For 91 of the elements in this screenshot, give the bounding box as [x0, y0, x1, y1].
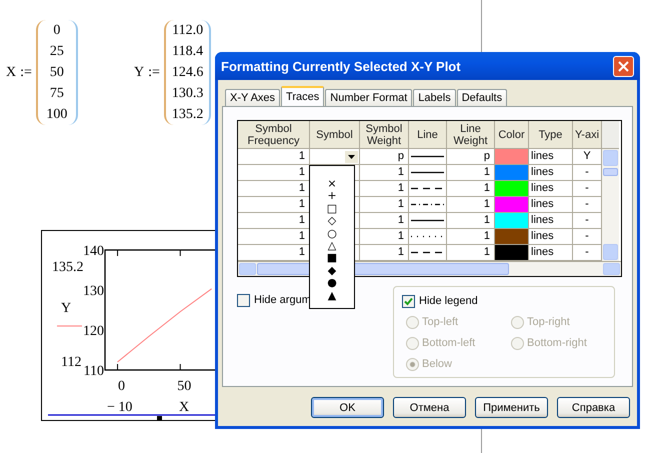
column-header: Type — [529, 121, 573, 149]
column-header: Line Weight — [447, 121, 495, 149]
dialog-button[interactable]: Справка — [557, 397, 630, 418]
table-cell: 1 — [360, 229, 409, 245]
y-lower-limit: 112 — [61, 355, 82, 370]
table-cell: 1 — [360, 181, 409, 197]
column-header: Symbol Weight — [360, 121, 409, 149]
dialog-button[interactable]: Отмена — [393, 397, 466, 418]
radio-label: Below — [422, 358, 452, 370]
matrix-value: 130.3 — [172, 85, 204, 103]
x-lower-limit: − 10 — [107, 400, 132, 415]
tab[interactable]: Defaults — [456, 89, 508, 106]
matrix-value: 50 — [50, 64, 64, 82]
checkbox[interactable] — [237, 294, 250, 306]
dialog-button[interactable]: Применить — [475, 397, 548, 418]
color-swatch[interactable] — [495, 149, 528, 164]
vertical-scrollbar[interactable] — [602, 149, 619, 261]
symbol-option[interactable]: ○ — [327, 228, 337, 240]
tab[interactable]: Traces — [281, 86, 324, 107]
symbol-option[interactable]: ● — [327, 277, 337, 290]
table-cell: p — [360, 149, 409, 165]
table-cell: lines — [529, 197, 573, 213]
color-swatch[interactable] — [495, 197, 528, 212]
table-cell: lines — [529, 213, 573, 229]
color-swatch[interactable] — [495, 165, 528, 180]
checkbox[interactable] — [402, 294, 415, 308]
tab[interactable]: Number Format — [325, 89, 412, 106]
table-cell: - — [573, 229, 602, 245]
symbol-option[interactable]: ■ — [326, 252, 338, 265]
table-cell: - — [573, 181, 602, 197]
assign-operator: := — [20, 64, 32, 80]
x-tick-label: 50 — [177, 379, 192, 394]
variable-name: Y — [134, 64, 144, 80]
table-cell: lines — [529, 149, 573, 165]
column-header: Symbol Frequency — [238, 121, 310, 149]
tab[interactable]: X-Y Axes — [225, 89, 280, 106]
variable-name: X — [6, 64, 16, 80]
radio-label: Top-left — [422, 316, 458, 328]
matrix-value: 0 — [53, 22, 60, 40]
y-upper-limit: 135.2 — [52, 260, 84, 275]
x-axis-label: X — [179, 400, 190, 415]
table-cell: 1 — [360, 197, 409, 213]
table-cell: lines — [529, 229, 573, 245]
checkbox-label: Hide legend — [419, 295, 478, 307]
header-corner — [602, 121, 619, 149]
table-cell: - — [573, 197, 602, 213]
color-swatch[interactable] — [495, 245, 528, 260]
symbol-option[interactable]: ◆ — [328, 264, 336, 278]
y-tick-label: 140 — [83, 244, 104, 259]
close-icon — [618, 60, 629, 72]
table-cell: - — [573, 165, 602, 181]
y-tick-label: 130 — [83, 284, 104, 299]
legend-label: Y — [61, 301, 72, 316]
table-cell: lines — [529, 181, 573, 197]
radio-label: Bottom-right — [527, 337, 587, 349]
x-tick-label: 0 — [118, 379, 126, 394]
matrix-value: 118.4 — [172, 43, 204, 61]
table-cell: 1 — [238, 149, 310, 165]
color-swatch[interactable] — [495, 181, 528, 196]
column-header: Y-axi — [573, 121, 602, 149]
color-swatch[interactable] — [495, 229, 528, 244]
matrix-value: 112.0 — [172, 22, 204, 40]
dialog-button[interactable]: OK — [311, 397, 384, 418]
scroll-thumb[interactable] — [603, 168, 618, 176]
close-button[interactable] — [613, 56, 634, 76]
symbol-option[interactable]: □ — [326, 202, 338, 216]
matrix-value: 75 — [50, 85, 64, 103]
matrix-value: 25 — [50, 43, 64, 61]
radio-label: Bottom-left — [422, 337, 476, 349]
column-header: Symbol — [310, 121, 360, 149]
table-cell: 1 — [360, 213, 409, 229]
symbol-option[interactable]: ◇ — [328, 215, 336, 228]
symbol-option[interactable]: + — [327, 190, 337, 203]
column-header: Color — [495, 121, 529, 149]
matrix-value: 100 — [46, 106, 68, 124]
table-cell: 1 — [360, 165, 409, 181]
assign-operator: := — [148, 64, 160, 80]
table-cell: - — [573, 213, 602, 229]
symbol-option[interactable]: △ — [328, 240, 336, 252]
table-cell: lines — [529, 165, 573, 181]
matrix-value: 135.2 — [172, 106, 204, 124]
symbol-option[interactable]: × — [327, 178, 337, 190]
window-title: Formatting Currently Selected X-Y Plot — [221, 58, 461, 74]
column-header: Line — [409, 121, 447, 149]
radio-label: Top-right — [527, 316, 570, 328]
color-swatch[interactable] — [495, 213, 528, 228]
y-tick-label: 120 — [83, 324, 104, 339]
symbol-option[interactable]: ▲ — [328, 290, 336, 302]
tab[interactable]: Labels — [413, 89, 456, 106]
matrix-value: 124.6 — [172, 64, 204, 82]
y-tick-label: 110 — [84, 364, 104, 379]
